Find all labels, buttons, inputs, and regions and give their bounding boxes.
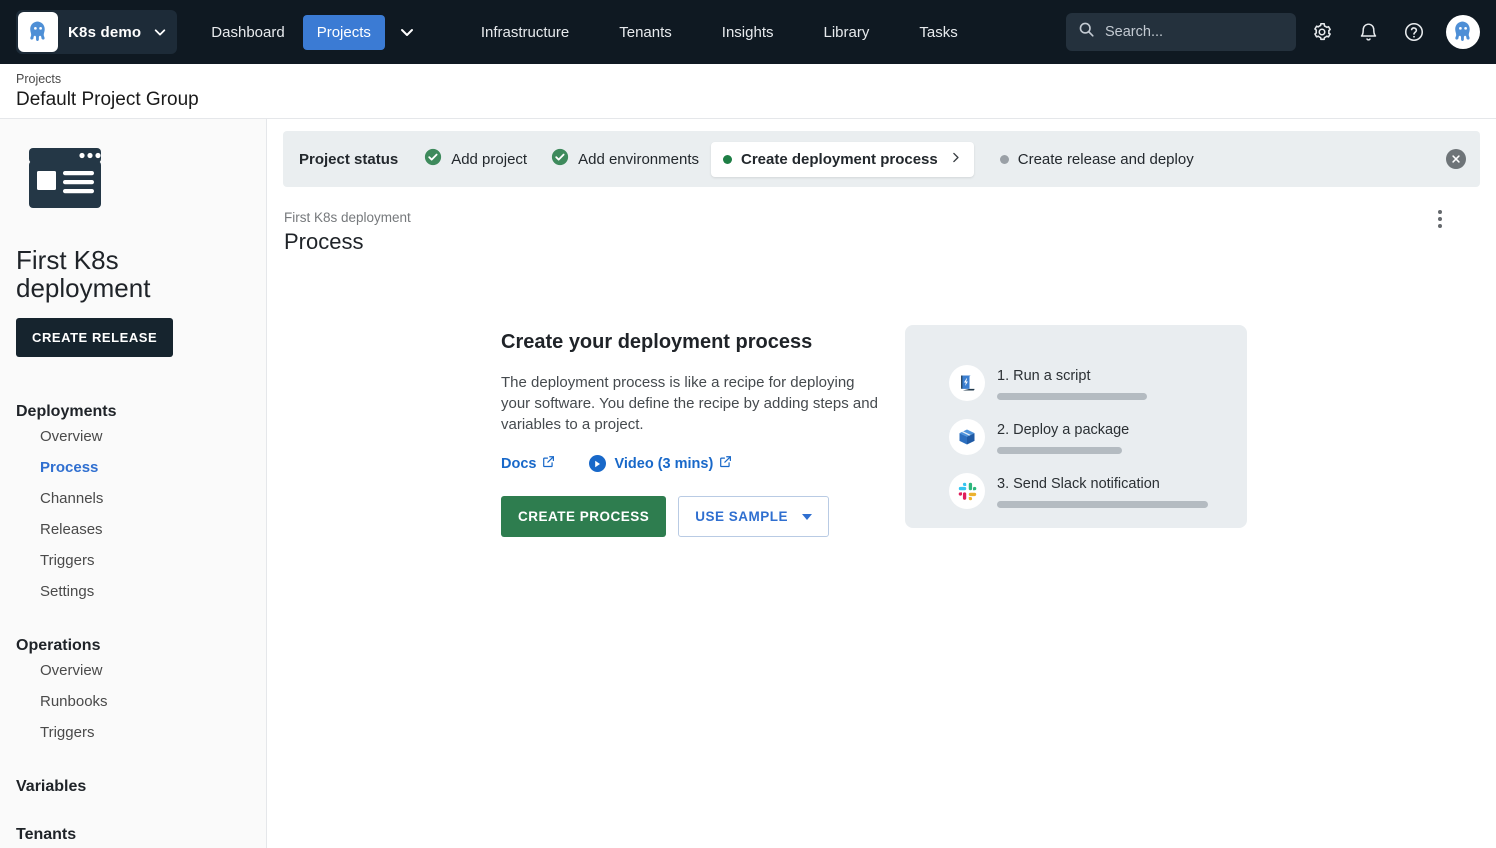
nav-item-library[interactable]: Library — [810, 15, 884, 50]
sidebar-item-tenants[interactable]: Tenants — [16, 826, 266, 844]
close-icon[interactable] — [1446, 149, 1466, 169]
status-dot-icon — [1000, 155, 1009, 164]
breadcrumb-parent-link[interactable]: Projects — [16, 71, 1480, 87]
onboarding-text-column: Create your deployment process The deplo… — [501, 325, 879, 537]
docs-link-label: Docs — [501, 456, 536, 472]
breadcrumb-title: Default Project Group — [16, 87, 1480, 112]
avatar[interactable] — [1446, 15, 1480, 49]
sidebar-group-operations: Operations — [16, 637, 266, 655]
nav-item-tasks[interactable]: Tasks — [905, 15, 971, 50]
bell-icon[interactable] — [1348, 12, 1388, 52]
script-icon — [949, 365, 985, 401]
status-step-label: Add project — [451, 151, 527, 168]
status-step-add-environments[interactable]: Add environments — [539, 139, 711, 179]
nav-item-insights[interactable]: Insights — [708, 15, 788, 50]
package-icon — [949, 419, 985, 455]
search-placeholder-label: Search... — [1105, 24, 1163, 40]
status-step-label: Create release and deploy — [1018, 151, 1194, 168]
breadcrumb: Projects Default Project Group — [0, 64, 1496, 119]
external-link-icon — [719, 455, 732, 472]
external-link-icon — [542, 455, 555, 472]
project-sidebar: First K8s deployment CREATE RELEASE Depl… — [0, 119, 267, 848]
onboarding-actions: CREATE PROCESS USE SAMPLE — [501, 496, 879, 537]
main-content: Project status Add project Add environme… — [267, 119, 1496, 848]
sidebar-item-deployments-settings[interactable]: Settings — [0, 576, 266, 607]
sample-step-deploy-a-package: 2. Deploy a package — [949, 419, 1247, 455]
sidebar-item-operations-overview[interactable]: Overview — [0, 655, 266, 686]
sidebar-item-deployments-overview[interactable]: Overview — [0, 421, 266, 452]
sample-step-label: 3. Send Slack notification — [997, 475, 1208, 494]
video-link-label: Video (3 mins) — [614, 456, 713, 472]
chevron-down-icon — [153, 25, 167, 39]
status-step-label: Create deployment process — [741, 151, 938, 168]
status-step-create-deployment-process[interactable]: Create deployment process — [711, 142, 974, 177]
status-dot-icon — [723, 155, 732, 164]
nav-item-projects[interactable]: Projects — [303, 15, 385, 50]
sample-step-placeholder-bar — [997, 501, 1208, 508]
slack-icon — [949, 473, 985, 509]
sample-step-placeholder-bar — [997, 447, 1122, 454]
primary-nav-items: Dashboard Projects Infrastructure Tenant… — [197, 15, 971, 50]
sample-step-placeholder-bar — [997, 393, 1147, 400]
nav-item-tenants[interactable]: Tenants — [605, 15, 686, 50]
octopus-logo-icon — [18, 12, 58, 52]
project-window-icon — [28, 147, 266, 214]
sidebar-item-operations-triggers[interactable]: Triggers — [0, 717, 266, 748]
sample-step-label: 2. Deploy a package — [997, 421, 1129, 440]
video-link[interactable]: Video (3 mins) — [589, 455, 732, 472]
project-status-label: Project status — [299, 151, 398, 168]
docs-link[interactable]: Docs — [501, 455, 555, 472]
sample-process-card: 1. Run a script 2. Deploy — [905, 325, 1247, 528]
status-step-label: Add environments — [578, 151, 699, 168]
search-input[interactable]: Search... — [1066, 13, 1296, 51]
top-nav-actions: Search... — [1066, 12, 1480, 52]
sidebar-group-deployments: Deployments — [16, 403, 266, 421]
sidebar-item-deployments-channels[interactable]: Channels — [0, 483, 266, 514]
brand-name-label: K8s demo — [68, 24, 141, 41]
onboarding-heading: Create your deployment process — [501, 331, 879, 354]
top-navigation-bar: K8s demo Dashboard Projects Infrastructu… — [0, 0, 1496, 64]
question-circle-icon[interactable] — [1394, 12, 1434, 52]
sidebar-item-deployments-triggers[interactable]: Triggers — [0, 545, 266, 576]
create-process-button[interactable]: CREATE PROCESS — [501, 496, 666, 537]
chevron-right-icon — [949, 151, 962, 168]
status-step-create-release-and-deploy[interactable]: Create release and deploy — [988, 142, 1206, 177]
sidebar-item-operations-runbooks[interactable]: Runbooks — [0, 686, 266, 717]
check-circle-icon — [551, 148, 569, 170]
projects-dropdown-chevron-down-icon[interactable] — [389, 16, 425, 48]
play-circle-icon — [589, 455, 606, 472]
create-release-button[interactable]: CREATE RELEASE — [16, 318, 173, 357]
page-title: Process — [284, 227, 1496, 257]
onboarding-links: Docs Video (3 mins) — [501, 455, 879, 472]
onboarding-panel: Create your deployment process The deplo… — [501, 325, 1496, 537]
page-header: First K8s deployment Process — [267, 187, 1496, 257]
use-sample-label: USE SAMPLE — [695, 509, 788, 524]
sample-step-label: 1. Run a script — [997, 367, 1147, 386]
sidebar-item-variables[interactable]: Variables — [16, 778, 266, 796]
sidebar-item-deployments-process[interactable]: Process — [0, 452, 266, 483]
status-step-add-project[interactable]: Add project — [412, 139, 539, 179]
sample-step-run-a-script: 1. Run a script — [949, 365, 1247, 401]
sample-step-send-slack-notification: 3. Send Slack notification — [949, 473, 1247, 509]
search-icon — [1078, 21, 1095, 43]
brand-space-switcher[interactable]: K8s demo — [16, 10, 177, 54]
check-circle-icon — [424, 148, 442, 170]
more-vertical-icon[interactable] — [1426, 205, 1454, 233]
gear-icon[interactable] — [1302, 12, 1342, 52]
page-eyebrow: First K8s deployment — [284, 209, 1496, 227]
nav-item-infrastructure[interactable]: Infrastructure — [467, 15, 583, 50]
onboarding-paragraph: The deployment process is like a recipe … — [501, 372, 879, 435]
sidebar-project-title: First K8s deployment — [16, 246, 250, 302]
project-status-bar: Project status Add project Add environme… — [283, 131, 1480, 187]
sidebar-item-deployments-releases[interactable]: Releases — [0, 514, 266, 545]
caret-down-icon — [802, 514, 812, 520]
nav-item-dashboard[interactable]: Dashboard — [197, 15, 298, 50]
use-sample-button[interactable]: USE SAMPLE — [678, 496, 829, 537]
